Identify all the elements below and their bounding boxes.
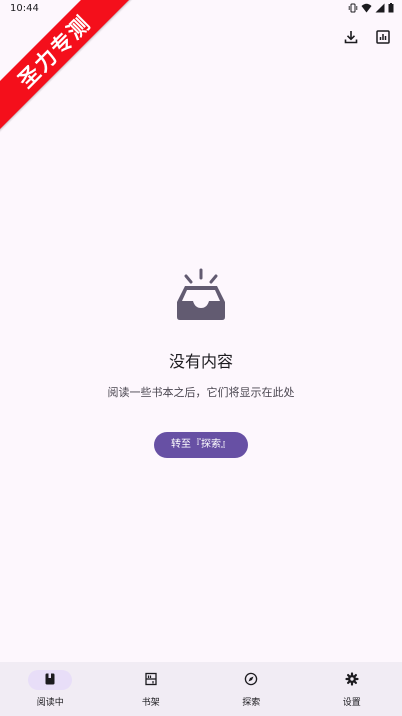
nav-indicator bbox=[28, 670, 73, 690]
nav-item-shelf[interactable]: 书架 bbox=[101, 662, 202, 716]
nav-item-settings[interactable]: 设置 bbox=[302, 662, 402, 716]
empty-description: 阅读一些书本之后，它们将显示在此处 bbox=[107, 386, 295, 399]
vibrate-icon bbox=[348, 3, 358, 13]
empty-title: 没有内容 bbox=[168, 352, 233, 371]
wifi-icon bbox=[361, 3, 372, 13]
gear-icon bbox=[345, 671, 359, 690]
bottom-nav: 阅读中 书架 探索 设置 bbox=[0, 662, 402, 716]
status-icons bbox=[348, 3, 394, 13]
empty-inbox-icon bbox=[173, 268, 229, 322]
chart-icon[interactable] bbox=[374, 28, 392, 46]
empty-state: 没有内容 阅读一些书本之后，它们将显示在此处 转至『探索』 bbox=[0, 268, 402, 458]
book-icon bbox=[43, 671, 57, 690]
status-bar: 10:44 bbox=[0, 0, 402, 18]
battery-icon bbox=[388, 3, 394, 13]
nav-label: 阅读中 bbox=[36, 698, 64, 708]
shelf-icon bbox=[144, 671, 158, 690]
watermark-ribbon: 圣力专测 bbox=[0, 0, 137, 134]
top-actions bbox=[342, 28, 392, 46]
nav-label: 书架 bbox=[141, 698, 160, 708]
nav-item-explore[interactable]: 探索 bbox=[201, 662, 302, 716]
nav-label: 设置 bbox=[342, 698, 361, 708]
nav-item-reading[interactable]: 阅读中 bbox=[0, 662, 101, 716]
download-icon[interactable] bbox=[342, 28, 360, 46]
nav-label: 探索 bbox=[242, 698, 261, 708]
signal-icon bbox=[375, 3, 385, 13]
go-to-explore-button[interactable]: 转至『探索』 bbox=[154, 432, 248, 458]
status-time: 10:44 bbox=[10, 3, 39, 14]
compass-icon bbox=[244, 671, 258, 690]
